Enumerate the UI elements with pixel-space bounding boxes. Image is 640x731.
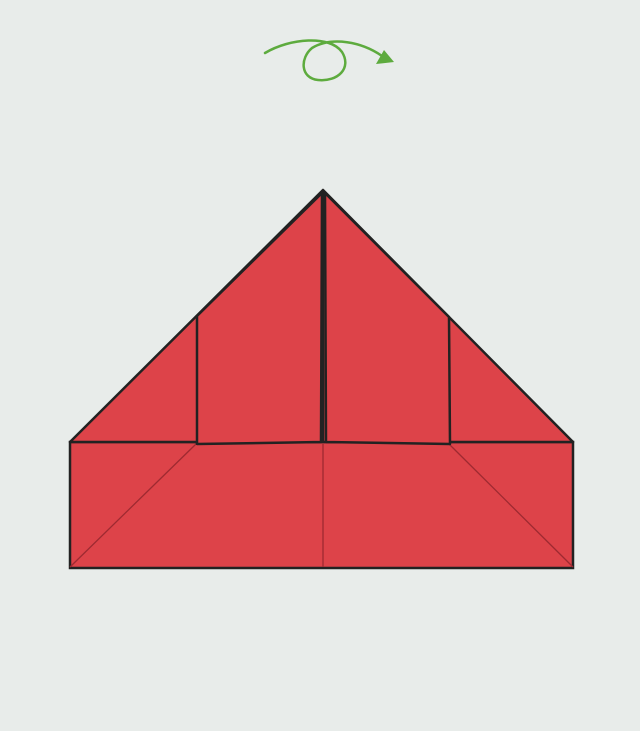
origami-diagram-canvas (68, 39, 575, 570)
turn-over-arrow-head (376, 50, 394, 64)
paper-model (68, 188, 575, 570)
origami-step-diagram (0, 0, 640, 731)
paper-flap-left (195, 191, 324, 446)
turn-over-arrow-icon (263, 39, 394, 82)
paper-base-band (68, 440, 575, 570)
paper-flap-right (323, 191, 452, 446)
turn-over-arrow-curve (263, 39, 384, 82)
